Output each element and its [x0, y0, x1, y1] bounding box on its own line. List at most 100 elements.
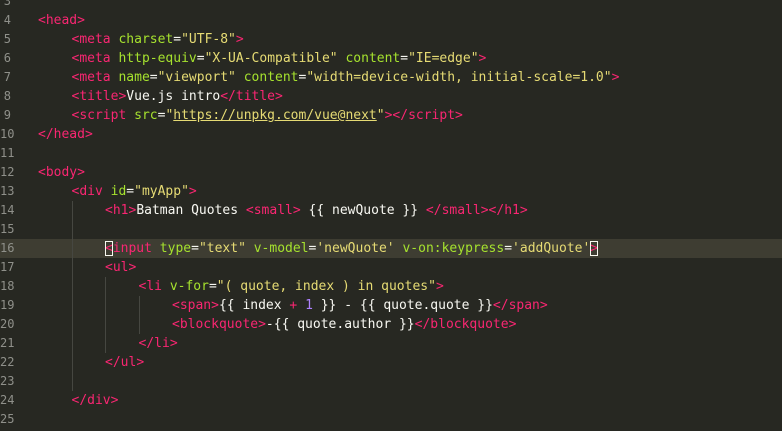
- code-token: </head: [38, 127, 85, 142]
- code-editor[interactable]: 3 4 <head > 5 <meta charset="UTF-8"> 6 <meta ht…: [0, 0, 782, 431]
- code-token: <h1: [105, 203, 129, 218]
- code-token: </blockquote: [414, 317, 509, 332]
- line-number: 3: [3, 0, 11, 8]
- code-line[interactable]: 10 </head>: [0, 125, 782, 144]
- indent-guide: [72, 201, 106, 220]
- line-number: 14: [0, 203, 15, 217]
- line-number: 11: [0, 146, 15, 160]
- code-token: charset: [118, 32, 174, 47]
- indent-guide: [72, 277, 106, 296]
- code-line[interactable]: 5 <meta charset="UTF-8">: [0, 30, 782, 49]
- code-token: <span: [172, 298, 212, 313]
- code-token: >: [136, 355, 145, 370]
- code-token: >: [77, 165, 85, 180]
- line-number: 22: [0, 355, 15, 369]
- indent-guide: [72, 220, 106, 239]
- code-line[interactable]: 3: [0, 0, 782, 11]
- code-token: >: [128, 260, 137, 275]
- indent-guide: [38, 239, 72, 258]
- code-token: src: [134, 108, 158, 123]
- code-token: =: [173, 32, 182, 47]
- code-token: <meta: [71, 70, 111, 85]
- code-line[interactable]: 22 </ul>: [0, 353, 782, 372]
- code-token: ": [376, 108, 385, 123]
- code-token: </div: [71, 393, 111, 408]
- code-text: <meta http-equiv="X-UA-Compatible" conte…: [38, 49, 487, 68]
- code-line[interactable]: 13 <div id="myApp">: [0, 182, 782, 201]
- line-number: 5: [3, 32, 11, 46]
- code-line[interactable]: 21 </li>: [0, 334, 782, 353]
- code-token: 'newQuote': [316, 241, 395, 256]
- code-text: <meta charset="UTF-8">: [38, 30, 244, 49]
- line-number: 12: [0, 165, 15, 179]
- indent-guide: [38, 353, 72, 372]
- line-number: 25: [0, 412, 15, 426]
- code-token: content: [243, 70, 299, 85]
- code-token: -{{ quote.author }}: [265, 317, 415, 332]
- code-text: [38, 410, 72, 429]
- code-token: }} - {{ quote.quote }}: [312, 298, 493, 313]
- indent-guide: [38, 315, 72, 334]
- indent-guide: [38, 334, 72, 353]
- indent-guide: [38, 49, 72, 68]
- line-number: 15: [0, 222, 15, 236]
- code-line[interactable]: 17 <ul>: [0, 258, 782, 277]
- code-token: >: [235, 32, 244, 47]
- code-token: "X-UA-Compatible": [204, 51, 338, 66]
- code-line[interactable]: 14 <h1>Batman Quotes <small> {{ newQuote …: [0, 201, 782, 220]
- code-token: </span: [492, 298, 540, 313]
- indent-guide: [38, 220, 72, 239]
- line-number: 21: [0, 336, 15, 350]
- code-text: <blockquote>-{{ quote.author }}</blockqu…: [38, 315, 516, 334]
- indent-guide: [139, 315, 173, 334]
- code-lines[interactable]: 3 4 <head > 5 <meta charset="UTF-8"> 6 <meta ht…: [0, 0, 782, 429]
- code-token: <head: [38, 13, 78, 28]
- code-token: </li: [138, 336, 170, 351]
- code-line[interactable]: 16 <input type="text" v-model='newQuote' …: [0, 239, 782, 258]
- code-line[interactable]: 18 <li v-for="( quote, index ) in quotes"…: [0, 277, 782, 296]
- code-line[interactable]: 6 <meta http-equiv="X-UA-Compatible" cont…: [0, 49, 782, 68]
- code-token: <script: [71, 108, 127, 123]
- code-line[interactable]: 4 <head>: [0, 11, 782, 30]
- line-number: 16: [0, 241, 15, 255]
- line-number: 8: [3, 89, 11, 103]
- code-line[interactable]: 15: [0, 220, 782, 239]
- code-token: </ul: [105, 355, 137, 370]
- indent-guide: [38, 201, 72, 220]
- code-token: >: [611, 70, 620, 85]
- code-token: <body: [38, 165, 78, 180]
- code-line[interactable]: 12 <body>: [0, 163, 782, 182]
- code-line[interactable]: 19 <span>{{ index + 1 }} - {{ quote.quote…: [0, 296, 782, 315]
- code-line[interactable]: 23: [0, 372, 782, 391]
- code-token: >: [539, 298, 548, 313]
- code-token: </title: [220, 89, 276, 104]
- line-number: 7: [3, 70, 11, 84]
- line-number: 18: [0, 279, 15, 293]
- indent-guide: [38, 277, 72, 296]
- code-line[interactable]: 11: [0, 144, 782, 163]
- code-line[interactable]: 7 <meta name="viewport" content="width=de…: [0, 68, 782, 87]
- code-line[interactable]: 20 <blockquote>-{{ quote.author }}</block…: [0, 315, 782, 334]
- code-token: {{ index: [218, 298, 290, 313]
- code-text: </li>: [38, 334, 178, 353]
- code-line[interactable]: 25: [0, 410, 782, 429]
- indent-guide: [72, 353, 106, 372]
- code-token: "width=device-width, initial-scale=1.0": [306, 70, 612, 85]
- code-line[interactable]: 8 <title>Vue.js intro</title>: [0, 87, 782, 106]
- code-line[interactable]: 24 </div>: [0, 391, 782, 410]
- code-token: </h1: [488, 203, 520, 218]
- indent-guide: [105, 334, 139, 353]
- code-text: [38, 220, 105, 239]
- line-number: 9: [3, 108, 11, 122]
- line-number: 4: [3, 13, 11, 27]
- code-token: >: [84, 127, 93, 142]
- code-line[interactable]: 9 <script src="https://unpkg.com/vue@next…: [0, 106, 782, 125]
- code-token: >: [292, 203, 301, 218]
- code-token: https://unpkg.com/vue@next: [173, 108, 377, 123]
